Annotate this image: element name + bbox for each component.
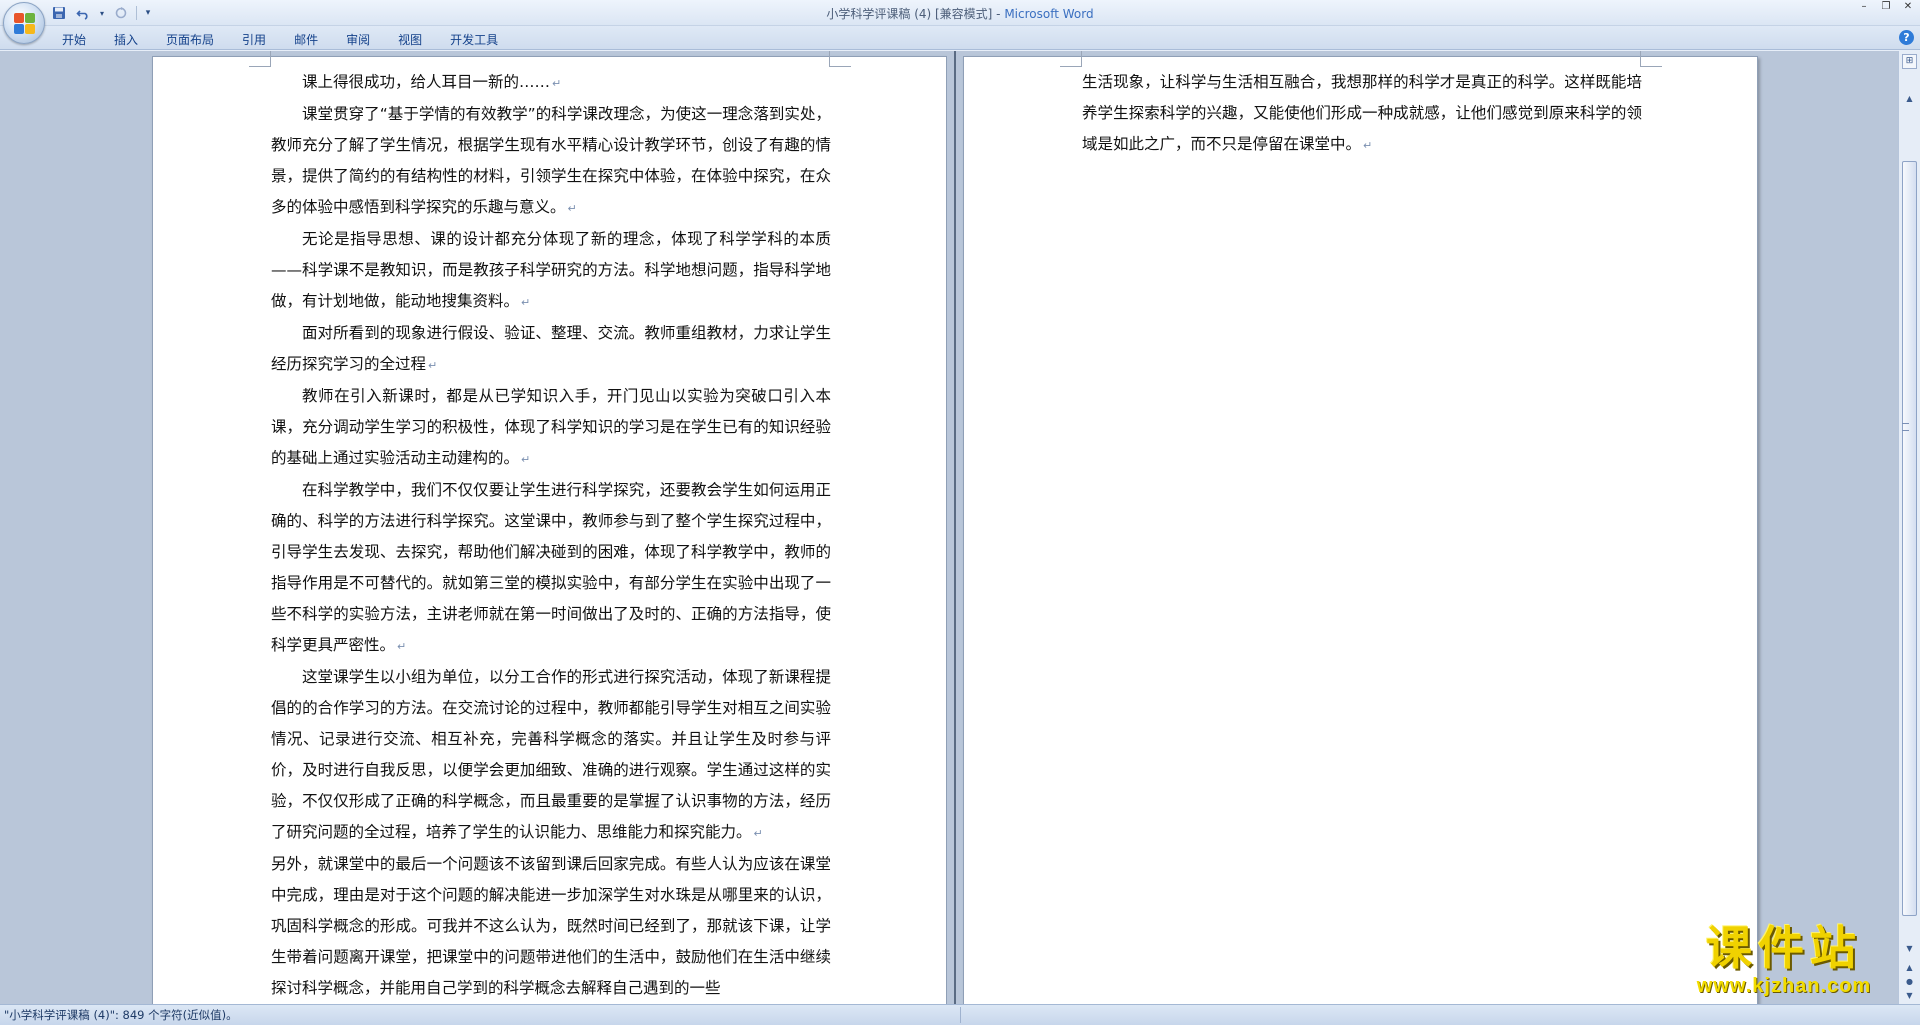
- window-controls: – ❐ ✕: [1854, 0, 1918, 16]
- page-divider-line: [954, 51, 956, 1004]
- document-page-left[interactable]: 课上得很成功，给人耳目一新的…… ↵ 课堂贯穿了“基于学情的有效教学”的科学课改理念…: [152, 51, 947, 1004]
- paragraph-mark-icon: ↵: [428, 359, 438, 372]
- tab-mailings[interactable]: 邮件: [282, 28, 330, 51]
- paragraph[interactable]: 课堂贯穿了“基于学情的有效教学”的科学课改理念，为使这一理念落到实处，教师充分了…: [271, 99, 831, 224]
- document-title: 小学科学评课稿 (4) [兼容模式] -: [826, 7, 1005, 21]
- scroll-down-icon[interactable]: ▼: [1902, 941, 1917, 956]
- scrollbar-grip: [1902, 423, 1909, 431]
- paragraph[interactable]: 教师在引入新课时，都是从已学知识入手，开门见山以实验为突破口引入本课，充分调动学…: [271, 381, 831, 475]
- title-bar: ▾ ▾ 小学科学评课稿 (4) [兼容模式] - Microsoft Word …: [0, 0, 1920, 26]
- window-title: 小学科学评课稿 (4) [兼容模式] - Microsoft Word: [0, 5, 1920, 22]
- paragraph-text: 在科学教学中，我们不仅仅要让学生进行科学探究，还要教会学生如何运用正确的、科学的…: [271, 481, 831, 654]
- restore-icon[interactable]: ❐: [1876, 0, 1896, 16]
- paragraph-text: 课上得很成功，给人耳目一新的……: [302, 73, 551, 91]
- tab-developer[interactable]: 开发工具: [438, 28, 510, 51]
- watermark-logo: 课件站 www.kjzhan.com: [1668, 922, 1900, 1002]
- paragraph-mark-icon: ↵: [1363, 139, 1373, 152]
- paragraph[interactable]: 面对所看到的现象进行假设、验证、整理、交流。教师重组教材，力求让学生经历探究学习…: [271, 318, 831, 381]
- document-workspace: 课上得很成功，给人耳目一新的…… ↵ 课堂贯穿了“基于学情的有效教学”的科学课改理念…: [0, 51, 1898, 1004]
- status-bar: "小学科学评课稿 (4)": 849 个字符(近似值)。: [0, 1004, 1920, 1025]
- tab-home[interactable]: 开始: [50, 28, 98, 51]
- paragraph-text: 无论是指导思想、课的设计都充分体现了新的理念，体现了科学学科的本质——科学课不是…: [271, 230, 831, 310]
- minimize-icon[interactable]: –: [1854, 0, 1874, 16]
- paragraph-mark-icon: ↵: [521, 296, 531, 309]
- tab-view[interactable]: 视图: [386, 28, 434, 51]
- page-text-left[interactable]: 课上得很成功，给人耳目一新的…… ↵ 课堂贯穿了“基于学情的有效教学”的科学课改理念…: [271, 67, 831, 1004]
- paragraph-text: 教师在引入新课时，都是从已学知识入手，开门见山以实验为突破口引入本课，充分调动学…: [271, 387, 831, 467]
- scroll-up-icon[interactable]: ▲: [1902, 91, 1917, 106]
- watermark-url: www.kjzhan.com: [1696, 975, 1872, 997]
- word-count-status[interactable]: "小学科学评课稿 (4)": 849 个字符(近似值)。: [4, 1008, 238, 1022]
- paragraph-text: 另外，就课堂中的最后一个问题该不该留到课后回家完成。有些人认为应该在课堂中完成，…: [271, 855, 831, 997]
- next-page-icon[interactable]: ▼: [1902, 989, 1917, 1002]
- paragraph-text: 面对所看到的现象进行假设、验证、整理、交流。教师重组教材，力求让学生经历探究学习…: [271, 324, 831, 373]
- tab-references[interactable]: 引用: [230, 28, 278, 51]
- watermark-title: 课件站: [1706, 921, 1862, 975]
- office-button[interactable]: [3, 2, 45, 44]
- paragraph-mark-icon: ↵: [753, 827, 763, 840]
- office-logo-icon: [14, 13, 36, 35]
- paragraph-mark-icon: ↵: [397, 640, 407, 653]
- paragraph-mark-icon: ↵: [567, 202, 577, 215]
- crop-mark: [1640, 51, 1662, 67]
- select-browse-object-icon[interactable]: ●: [1902, 975, 1917, 988]
- previous-page-icon[interactable]: ▲: [1902, 961, 1917, 974]
- paragraph-text: 课堂贯穿了“基于学情的有效教学”的科学课改理念，为使这一理念落到实处，教师充分了…: [271, 105, 831, 216]
- app-name: Microsoft Word: [1004, 7, 1094, 21]
- paragraph[interactable]: 生活现象，让科学与生活相互融合，我想那样的科学才是真正的科学。这样既能培养学生探…: [1082, 67, 1642, 161]
- paragraph[interactable]: 这堂课学生以小组为单位，以分工合作的形式进行探究活动，体现了新课程提倡的的合作学…: [271, 662, 831, 849]
- paragraph[interactable]: 在科学教学中，我们不仅仅要让学生进行科学探究，还要教会学生如何运用正确的、科学的…: [271, 475, 831, 662]
- crop-mark: [249, 51, 271, 67]
- paragraph-mark-icon: ↵: [521, 453, 531, 466]
- tab-insert[interactable]: 插入: [102, 28, 150, 51]
- tab-page-layout[interactable]: 页面布局: [154, 28, 226, 51]
- paragraph[interactable]: 另外，就课堂中的最后一个问题该不该留到课后回家完成。有些人认为应该在课堂中完成，…: [271, 849, 831, 1004]
- view-ruler-icon[interactable]: ⊞: [1902, 54, 1917, 69]
- help-icon[interactable]: ?: [1899, 30, 1914, 45]
- paragraph-text: 这堂课学生以小组为单位，以分工合作的形式进行探究活动，体现了新课程提倡的的合作学…: [271, 668, 831, 841]
- tab-review[interactable]: 审阅: [334, 28, 382, 51]
- paragraph-text: 生活现象，让科学与生活相互融合，我想那样的科学才是真正的科学。这样既能培养学生探…: [1082, 73, 1642, 153]
- page-text-right[interactable]: 生活现象，让科学与生活相互融合，我想那样的科学才是真正的科学。这样既能培养学生探…: [1082, 67, 1642, 161]
- document-page-right[interactable]: 生活现象，让科学与生活相互融合，我想那样的科学才是真正的科学。这样既能培养学生探…: [963, 51, 1758, 1004]
- crop-mark: [1060, 51, 1082, 67]
- paragraph-mark-icon: ↵: [552, 77, 562, 90]
- close-icon[interactable]: ✕: [1898, 0, 1918, 16]
- ribbon: 开始 插入 页面布局 引用 邮件 审阅 视图 开发工具 ?: [0, 26, 1920, 50]
- ribbon-tabs: 开始 插入 页面布局 引用 邮件 审阅 视图 开发工具: [50, 28, 514, 51]
- scrollbar-thumb[interactable]: [1902, 161, 1917, 916]
- status-separator: [960, 1007, 961, 1023]
- crop-mark: [829, 51, 851, 67]
- page-gap: [947, 51, 963, 1004]
- vertical-scrollbar[interactable]: ⊞ ▲ ▼ ▲ ● ▼: [1898, 51, 1920, 1004]
- paragraph[interactable]: 无论是指导思想、课的设计都充分体现了新的理念，体现了科学学科的本质——科学课不是…: [271, 224, 831, 318]
- paragraph[interactable]: 课上得很成功，给人耳目一新的…… ↵: [271, 67, 831, 99]
